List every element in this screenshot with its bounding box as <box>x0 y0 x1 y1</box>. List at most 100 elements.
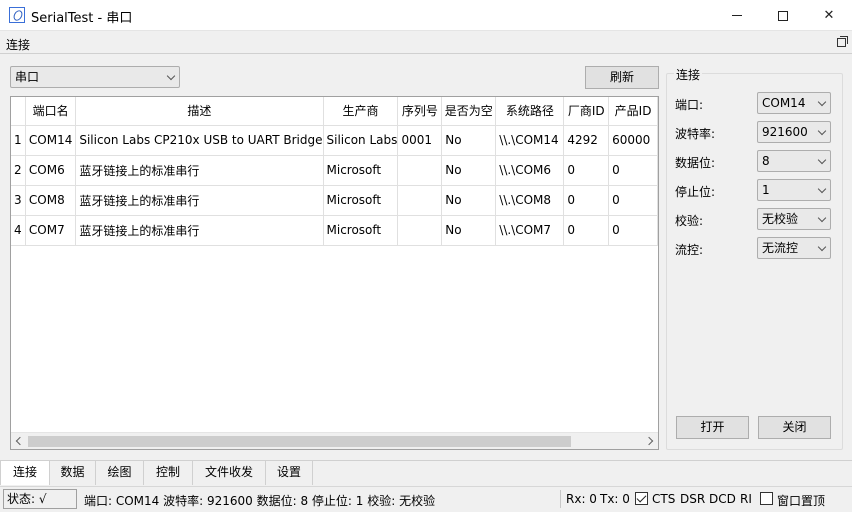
tab-data[interactable]: 数据 <box>50 461 96 485</box>
column-header[interactable]: 描述 <box>75 97 324 126</box>
table-cell[interactable]: No <box>441 125 497 156</box>
column-header[interactable]: 是否为空 <box>441 97 497 126</box>
table-cell[interactable]: \\.\COM7 <box>495 215 565 246</box>
table-cell[interactable]: 0 <box>608 185 658 216</box>
scroll-left-icon[interactable] <box>15 436 25 446</box>
table-cell[interactable]: No <box>441 215 497 246</box>
column-header[interactable]: 生产商 <box>323 97 399 126</box>
open-button[interactable]: 打开 <box>676 416 749 439</box>
chevron-down-icon <box>817 155 827 165</box>
table-cell[interactable] <box>397 185 443 216</box>
dock-title-bar: 连接 <box>0 32 852 54</box>
refresh-button[interactable]: 刷新 <box>585 66 659 89</box>
column-header[interactable]: 端口名 <box>25 97 77 126</box>
title-bar: SerialTest - 串口 ✕ <box>0 0 852 31</box>
table-row[interactable]: 1 COM14 Silicon Labs CP210x USB to UART … <box>11 125 658 156</box>
tab-plot[interactable]: 绘图 <box>96 461 144 485</box>
topmost-checkbox[interactable] <box>760 492 773 505</box>
tab-settings[interactable]: 设置 <box>266 461 313 485</box>
stopbits-select[interactable]: 1 <box>757 179 831 201</box>
tab-control[interactable]: 控制 <box>144 461 193 485</box>
ri-label: RI <box>740 492 752 506</box>
window-title: SerialTest - 串口 <box>31 11 133 26</box>
chevron-down-icon <box>817 97 827 107</box>
flow-select[interactable]: 无流控 <box>757 237 831 259</box>
table-cell[interactable]: 0 <box>563 185 610 216</box>
table-cell[interactable]: \\.\COM14 <box>495 125 565 156</box>
table-cell[interactable]: 蓝牙链接上的标准串行 <box>75 155 324 186</box>
table-cell[interactable]: 60000 <box>608 125 658 156</box>
table-cell[interactable]: COM7 <box>25 215 77 246</box>
close-window-button[interactable]: ✕ <box>806 0 852 31</box>
table-row[interactable]: 4 COM7 蓝牙链接上的标准串行 Microsoft No \\.\COM7 … <box>11 215 658 246</box>
minimize-button[interactable] <box>714 0 760 31</box>
table-cell[interactable]: Microsoft <box>323 155 399 186</box>
table-cell[interactable]: 0 <box>608 215 658 246</box>
table-cell[interactable]: 0 <box>563 155 610 186</box>
parity-label: 校验: <box>675 214 704 228</box>
table-cell[interactable]: COM8 <box>25 185 77 216</box>
chevron-down-icon <box>817 184 827 194</box>
row-number: 3 <box>11 185 26 216</box>
table-cell[interactable]: 0001 <box>397 125 443 156</box>
table-cell[interactable]: COM14 <box>25 125 77 156</box>
table-cell[interactable]: COM6 <box>25 155 77 186</box>
databits-value: 8 <box>762 154 770 168</box>
table-cell[interactable]: No <box>441 155 497 186</box>
table-cell[interactable]: 4292 <box>563 125 610 156</box>
parity-select[interactable]: 无校验 <box>757 208 831 230</box>
chevron-down-icon <box>817 213 827 223</box>
maximize-button[interactable] <box>760 0 806 31</box>
table-row[interactable]: 2 COM6 蓝牙链接上的标准串行 Microsoft No \\.\COM6 … <box>11 155 658 186</box>
table-cell[interactable] <box>397 215 443 246</box>
port-table[interactable]: 端口名 描述 生产商 序列号 是否为空 系统路径 厂商ID 产品ID 1 COM… <box>10 96 659 450</box>
stopbits-value: 1 <box>762 183 770 197</box>
port-select[interactable]: COM14 <box>757 92 831 114</box>
table-header-row: 端口名 描述 生产商 序列号 是否为空 系统路径 厂商ID 产品ID <box>11 97 658 126</box>
row-number: 4 <box>11 215 26 246</box>
stopbits-label: 停止位: <box>675 185 716 199</box>
cts-checkbox[interactable] <box>635 492 648 505</box>
port-type-value: 串口 <box>15 70 40 84</box>
chevron-down-icon <box>817 126 827 136</box>
group-title: 连接 <box>674 66 703 83</box>
row-number: 1 <box>11 125 26 156</box>
baud-value: 921600 <box>762 125 808 139</box>
tab-file-transfer[interactable]: 文件收发 <box>193 461 266 485</box>
table-cell[interactable]: Silicon Labs <box>323 125 399 156</box>
column-header[interactable]: 产品ID <box>608 97 658 126</box>
baud-select[interactable]: 921600 <box>757 121 831 143</box>
tab-connect[interactable]: 连接 <box>0 461 50 485</box>
maximize-icon <box>778 10 788 21</box>
table-cell[interactable]: Microsoft <box>323 215 399 246</box>
horizontal-scrollbar[interactable] <box>11 432 658 449</box>
column-header[interactable]: 系统路径 <box>495 97 565 126</box>
table-cell[interactable] <box>397 155 443 186</box>
table-cell[interactable]: 蓝牙链接上的标准串行 <box>75 185 324 216</box>
table-cell[interactable]: \\.\COM8 <box>495 185 565 216</box>
databits-label: 数据位: <box>675 156 716 170</box>
column-header[interactable]: 厂商ID <box>563 97 610 126</box>
status-bar: 状态: √ 端口: COM14 波特率: 921600 数据位: 8 停止位: … <box>0 486 852 512</box>
column-header[interactable]: 序列号 <box>397 97 443 126</box>
databits-select[interactable]: 8 <box>757 150 831 172</box>
topmost-label: 窗口置顶 <box>777 494 826 508</box>
table-cell[interactable]: 0 <box>563 215 610 246</box>
connection-info: 端口: COM14 波特率: 921600 数据位: 8 停止位: 1 校验: … <box>84 494 436 508</box>
float-dock-icon[interactable] <box>837 36 848 47</box>
table-cell[interactable]: 0 <box>608 155 658 186</box>
table-cell[interactable]: \\.\COM6 <box>495 155 565 186</box>
port-type-select[interactable]: 串口 <box>10 66 180 88</box>
table-row[interactable]: 3 COM8 蓝牙链接上的标准串行 Microsoft No \\.\COM8 … <box>11 185 658 216</box>
flow-label: 流控: <box>675 243 704 257</box>
table-cell[interactable]: No <box>441 185 497 216</box>
scroll-right-icon[interactable] <box>644 436 654 446</box>
table-cell[interactable]: 蓝牙链接上的标准串行 <box>75 215 324 246</box>
dsr-label: DSR <box>680 492 706 506</box>
close-port-button[interactable]: 关闭 <box>758 416 831 439</box>
table-cell[interactable]: Silicon Labs CP210x USB to UART Bridge <box>75 125 324 156</box>
table-cell[interactable]: Microsoft <box>323 185 399 216</box>
cts-label: CTS <box>652 492 676 506</box>
scrollbar-thumb[interactable] <box>28 436 571 447</box>
connection-state: 状态: √ <box>3 489 77 509</box>
